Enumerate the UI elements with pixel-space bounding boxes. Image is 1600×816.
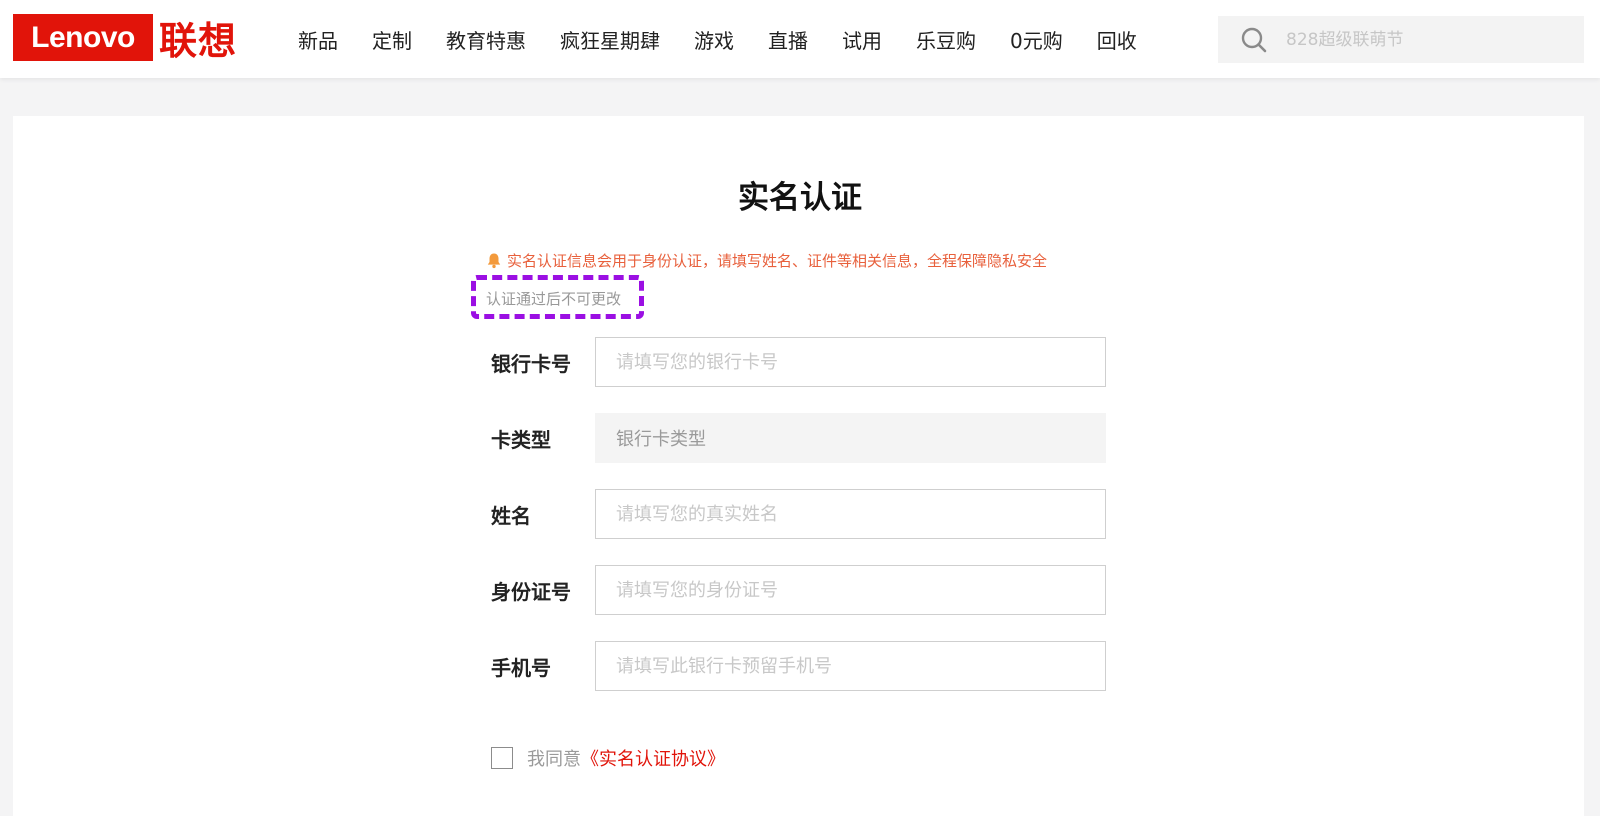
nav-item-new[interactable]: 新品 — [281, 25, 355, 54]
main-nav: 新品 定制 教育特惠 疯狂星期肆 游戏 直播 试用 乐豆购 0元购 回收 — [281, 0, 1154, 78]
agree-checkbox[interactable] — [491, 747, 513, 769]
highlight-annotation — [471, 275, 644, 319]
nav-item-custom[interactable]: 定制 — [355, 25, 429, 54]
bank-card-input[interactable] — [595, 337, 1106, 387]
nav-item-live[interactable]: 直播 — [751, 25, 825, 54]
nav-item-crazy-thursday[interactable]: 疯狂星期肆 — [543, 25, 677, 54]
notice-text: 实名认证信息会用于身份认证，请填写姓名、证件等相关信息，全程保障隐私安全 — [507, 252, 1048, 270]
form-row-phone: 手机号 — [491, 641, 1106, 691]
page-title: 实名认证 — [738, 180, 862, 216]
form-row-id-number: 身份证号 — [491, 565, 1106, 615]
phone-label: 手机号 — [491, 655, 551, 680]
logo-cn: 联想 — [159, 19, 238, 63]
name-label: 姓名 — [491, 503, 531, 528]
nav-item-education[interactable]: 教育特惠 — [429, 25, 543, 54]
form-row-card-type: 卡类型 银行卡类型 — [491, 413, 1106, 463]
bell-icon — [487, 253, 501, 269]
logo-en: Lenovo — [13, 14, 153, 61]
agree-text: 我同意 — [527, 749, 581, 770]
nav-item-trial[interactable]: 试用 — [825, 25, 899, 54]
privacy-notice: 实名认证信息会用于身份认证，请填写姓名、证件等相关信息，全程保障隐私安全 — [486, 250, 1047, 271]
content-panel — [13, 116, 1584, 816]
bank-card-label: 银行卡号 — [491, 351, 571, 376]
search-icon[interactable] — [1240, 26, 1268, 54]
form-row-name: 姓名 — [491, 489, 1106, 539]
search-box — [1218, 16, 1584, 63]
form-row-bank-card: 银行卡号 — [491, 337, 1106, 387]
name-input[interactable] — [595, 489, 1106, 539]
lenovo-logo[interactable]: Lenovo 联想 — [13, 14, 237, 63]
id-number-label: 身份证号 — [491, 579, 571, 604]
card-type-label: 卡类型 — [491, 427, 551, 452]
site-header: Lenovo 联想 新品 定制 教育特惠 疯狂星期肆 游戏 直播 试用 乐豆购 … — [0, 0, 1600, 78]
nav-item-recycle[interactable]: 回收 — [1080, 25, 1154, 54]
search-input[interactable] — [1284, 28, 1574, 51]
nav-item-games[interactable]: 游戏 — [677, 25, 751, 54]
agreement-row: 我同意 《实名认证协议》 — [491, 745, 725, 771]
id-number-input[interactable] — [595, 565, 1106, 615]
agreement-link[interactable]: 《实名认证协议》 — [581, 745, 725, 771]
nav-item-ledou[interactable]: 乐豆购 — [899, 25, 993, 54]
phone-input[interactable] — [595, 641, 1106, 691]
nav-item-zero-buy[interactable]: 0元购 — [993, 25, 1080, 54]
card-type-field: 银行卡类型 — [595, 413, 1106, 463]
